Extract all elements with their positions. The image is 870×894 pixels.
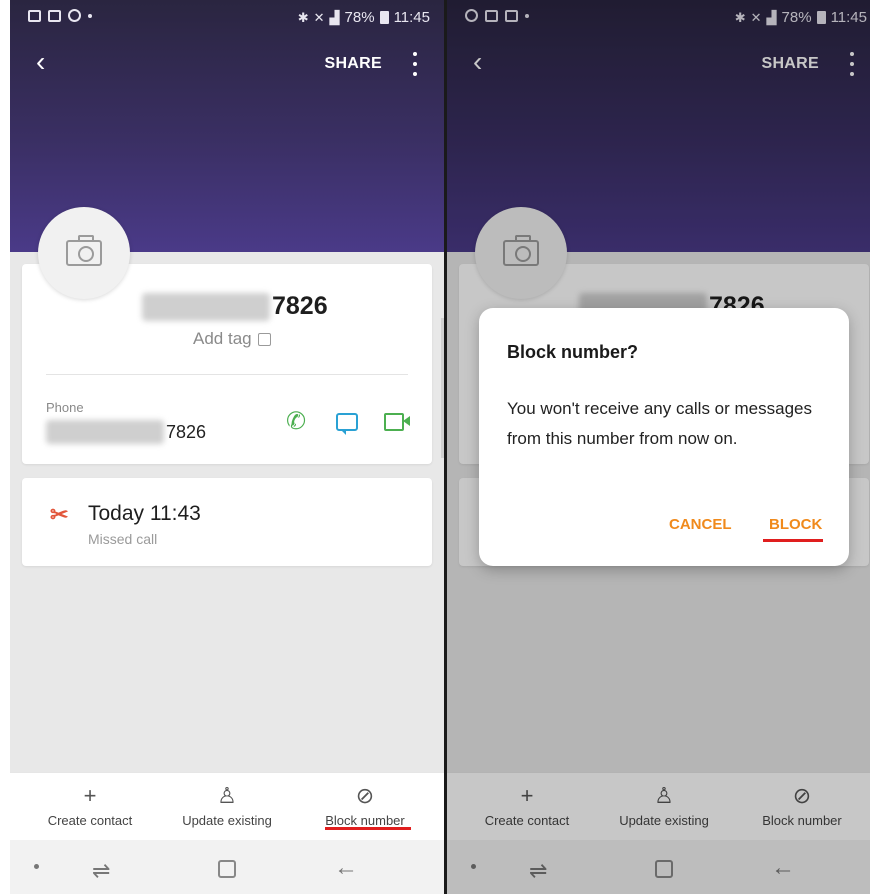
highlight-underline [325, 827, 411, 830]
block-icon: ⊘ [355, 783, 375, 808]
highlight-underline [763, 539, 823, 542]
nav-indicator-icon [34, 864, 39, 869]
nav-back-icon[interactable]: ← [334, 854, 358, 882]
message-notification-icon [48, 9, 61, 22]
update-existing-button[interactable]: ♙ Update existing [162, 773, 292, 841]
signal-icon: ▟ [329, 9, 340, 25]
dialog-title: Block number? [507, 342, 639, 362]
camera-icon [66, 235, 102, 266]
call-type: Missed call [88, 531, 158, 547]
gallery-notification-icon [28, 9, 41, 22]
call-time: Today 11:43 [88, 502, 201, 525]
call-log-card[interactable]: ✂ Today 11:43 Missed call [22, 478, 432, 566]
more-options-icon[interactable] [410, 52, 420, 76]
scrollbar[interactable] [441, 318, 444, 458]
contact-avatar[interactable] [38, 207, 130, 299]
phone-label: Phone [46, 400, 84, 415]
status-time: 11:45 [393, 9, 430, 26]
status-system: ✱ ✕ ▟ 78% 11:45 [298, 9, 430, 26]
video-call-icon[interactable] [384, 413, 410, 431]
status-bar: ✱ ✕ ▟ 78% 11:45 [10, 0, 444, 36]
edit-icon [257, 332, 271, 346]
update-existing-label: Update existing [182, 813, 272, 828]
back-button[interactable]: ‹ [36, 48, 66, 78]
status-notifications [28, 9, 92, 22]
create-contact-label: Create contact [47, 813, 133, 828]
navigation-bar: ⇌ ← [10, 840, 444, 894]
cancel-button[interactable]: CANCEL [669, 516, 732, 533]
person-icon: ♙ [217, 783, 237, 808]
number-suffix: 7826 [272, 292, 328, 320]
contact-screen-left: ✱ ✕ ▟ 78% 11:45 ‹ SHARE 7826 Add tag Pho… [10, 0, 444, 894]
block-button[interactable]: BLOCK [769, 516, 822, 533]
phone-number: 7826 [46, 420, 206, 444]
create-contact-button[interactable]: + Create contact [25, 773, 155, 841]
plus-icon: + [83, 783, 97, 808]
recents-icon[interactable]: ⇌ [92, 858, 110, 884]
bluetooth-icon: ✱ [297, 9, 309, 25]
contact-actions: ✆ [282, 408, 410, 436]
block-number-dialog: Block number? You won't receive any call… [479, 308, 849, 566]
block-number-label: Block number [325, 813, 405, 828]
contact-screen-right: ✱ ✕ ▟ 78% 11:45 ‹ SHARE 7826 + Create co… [447, 0, 870, 894]
bottom-action-bar: + Create contact ♙ Update existing ⊘ Blo… [10, 772, 444, 840]
message-icon[interactable] [336, 413, 358, 435]
battery-percent: 78% [344, 9, 375, 26]
mute-icon: ✕ [313, 9, 325, 25]
call-icon[interactable]: ✆ [282, 408, 310, 436]
add-tag-button[interactable]: Add tag [193, 329, 271, 349]
phone-suffix: 7826 [166, 421, 207, 442]
block-number-button[interactable]: ⊘ Block number [300, 773, 430, 841]
contact-number: 7826 [142, 292, 328, 321]
battery-icon [379, 11, 389, 24]
separator [46, 374, 408, 375]
home-icon[interactable] [218, 860, 236, 878]
missed-call-icon: ✂ [50, 502, 69, 527]
app-notification-icon [68, 9, 81, 22]
add-tag-label: Add tag [193, 329, 252, 348]
share-button[interactable]: SHARE [324, 55, 382, 73]
more-notifications-icon [88, 13, 92, 18]
dialog-message: You won't receive any calls or messages … [507, 399, 812, 448]
redacted-phone [46, 420, 164, 444]
redacted-number [142, 292, 270, 321]
